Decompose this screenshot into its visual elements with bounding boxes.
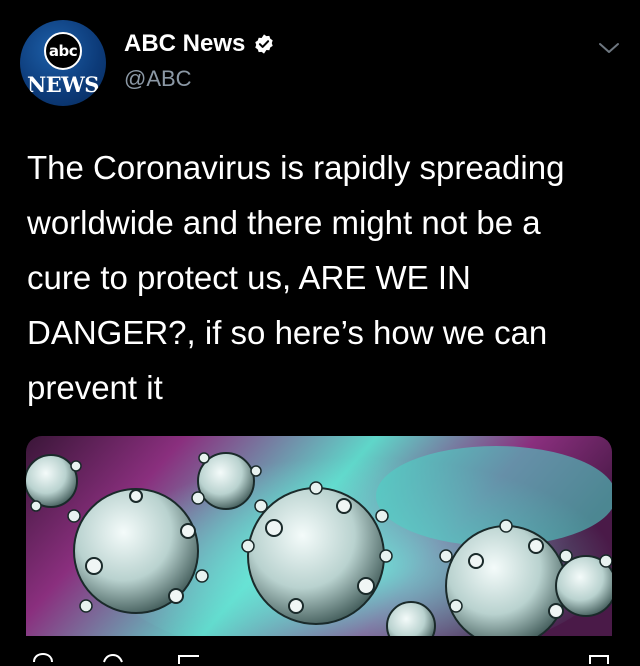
reply-icon[interactable]	[30, 652, 56, 666]
tweet-card: abc NEWS ABC News @ABC The Coronavirus i…	[0, 0, 640, 664]
avatar-news-text: NEWS	[27, 72, 99, 97]
virus-particle	[73, 488, 199, 614]
avatar[interactable]: abc NEWS	[20, 20, 106, 106]
tweet-media-image[interactable]	[26, 436, 612, 636]
chevron-down-icon[interactable]	[594, 36, 624, 60]
abc-logo: abc	[44, 32, 82, 70]
display-name[interactable]: ABC News	[124, 30, 245, 58]
retweet-icon[interactable]	[100, 652, 126, 666]
name-row: ABC News	[124, 30, 275, 58]
tweet-action-bar	[0, 642, 640, 664]
verified-badge-icon	[253, 33, 275, 55]
virus-particle	[247, 487, 385, 625]
tweet-text: The Coronavirus is rapidly spreading wor…	[27, 149, 565, 406]
share-icon[interactable]	[586, 652, 612, 666]
account-handle[interactable]: @ABC	[124, 66, 192, 92]
virus-particle	[445, 525, 567, 636]
avatar-logo-text: abc	[48, 42, 78, 60]
like-icon[interactable]	[176, 652, 202, 666]
coronavirus-image	[26, 436, 612, 636]
